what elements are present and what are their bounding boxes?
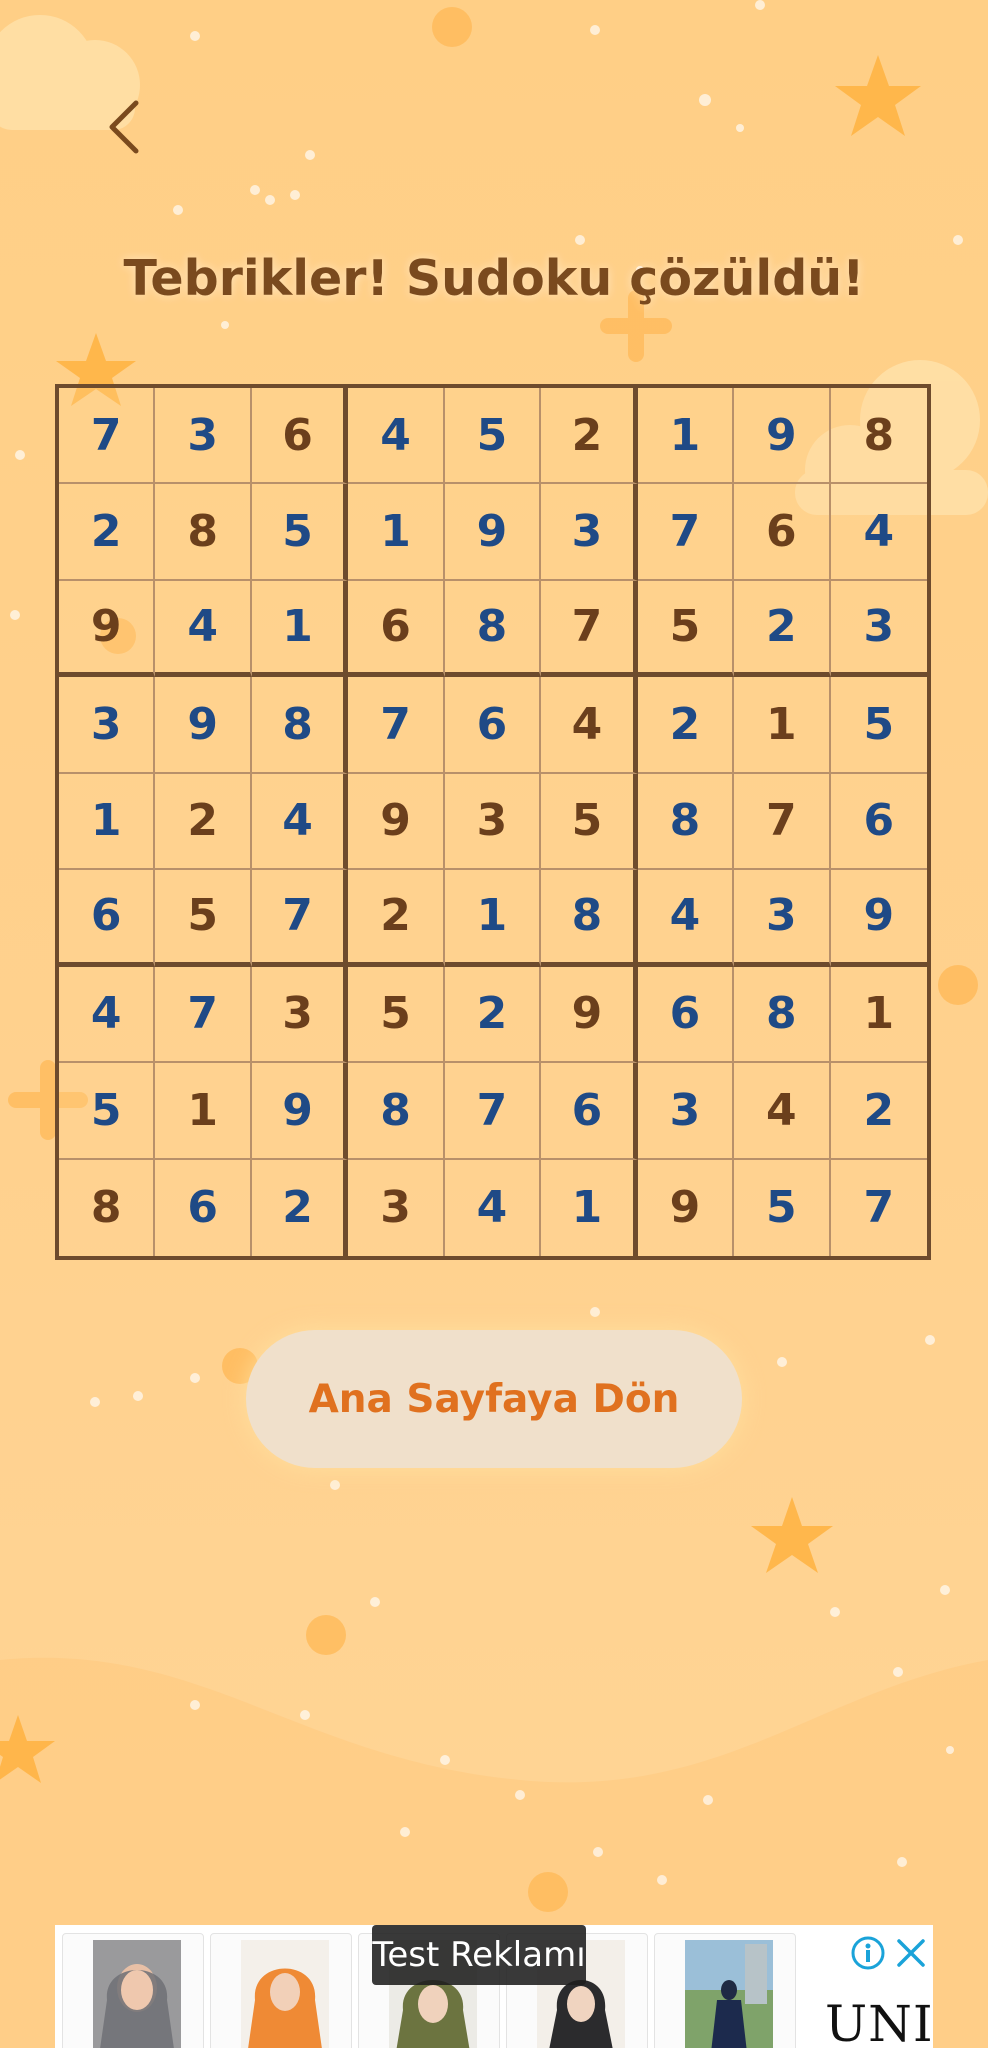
sudoku-cell[interactable]: 9 bbox=[734, 388, 831, 485]
sudoku-cell[interactable]: 6 bbox=[155, 1159, 252, 1256]
sudoku-cell[interactable]: 4 bbox=[637, 870, 735, 967]
sudoku-cell[interactable]: 9 bbox=[638, 1159, 735, 1256]
sudoku-cell[interactable]: 4 bbox=[830, 484, 927, 581]
sudoku-cell[interactable]: 3 bbox=[637, 1063, 735, 1160]
sudoku-cell[interactable]: 5 bbox=[637, 580, 735, 678]
info-icon[interactable] bbox=[850, 1935, 886, 1971]
ad-product-image[interactable] bbox=[210, 1933, 352, 2048]
sudoku-cell[interactable]: 7 bbox=[59, 388, 156, 485]
sudoku-cell[interactable]: 4 bbox=[734, 1063, 831, 1160]
sudoku-cell[interactable]: 5 bbox=[155, 870, 252, 967]
sudoku-cell[interactable]: 6 bbox=[444, 677, 542, 774]
sudoku-cell[interactable]: 3 bbox=[348, 1159, 445, 1256]
sudoku-cell[interactable]: 3 bbox=[251, 966, 349, 1064]
back-button[interactable] bbox=[92, 92, 156, 162]
sudoku-cell[interactable]: 6 bbox=[251, 388, 349, 485]
close-icon[interactable] bbox=[893, 1935, 929, 1971]
sudoku-cell[interactable]: 7 bbox=[155, 966, 252, 1064]
sudoku-cell[interactable]: 4 bbox=[155, 580, 252, 678]
product-photo bbox=[93, 1940, 181, 2048]
sudoku-cell[interactable]: 2 bbox=[541, 388, 638, 485]
sudoku-cell[interactable]: 1 bbox=[637, 388, 735, 485]
sudoku-cell[interactable]: 8 bbox=[59, 1159, 156, 1256]
sudoku-cell[interactable]: 5 bbox=[348, 966, 445, 1064]
sudoku-cell[interactable]: 3 bbox=[444, 773, 542, 871]
sudoku-cell[interactable]: 1 bbox=[348, 484, 445, 581]
home-button[interactable]: Ana Sayfaya Dön bbox=[246, 1330, 742, 1468]
sudoku-cell[interactable]: 4 bbox=[445, 1159, 542, 1256]
ad-label: Test Reklamı bbox=[372, 1925, 586, 1985]
sudoku-cell[interactable]: 2 bbox=[348, 870, 445, 967]
sudoku-cell[interactable]: 7 bbox=[541, 580, 638, 678]
sudoku-cell[interactable]: 7 bbox=[831, 1160, 927, 1256]
ad-product-image[interactable] bbox=[654, 1933, 796, 2048]
sudoku-cell[interactable]: 9 bbox=[541, 966, 638, 1064]
sudoku-cell[interactable]: 5 bbox=[541, 773, 638, 871]
sudoku-cell[interactable]: 7 bbox=[637, 484, 735, 581]
sudoku-cell[interactable]: 7 bbox=[444, 1063, 542, 1160]
sudoku-cell[interactable]: 1 bbox=[830, 967, 927, 1064]
sudoku-cell[interactable]: 4 bbox=[251, 773, 349, 871]
product-photo bbox=[685, 1940, 773, 2048]
sudoku-cell[interactable]: 3 bbox=[59, 677, 156, 774]
sudoku-cell[interactable]: 1 bbox=[444, 870, 542, 967]
sudoku-cell[interactable]: 2 bbox=[252, 1159, 349, 1256]
ad-brand-logo: UNI bbox=[825, 1995, 933, 2048]
sudoku-cell[interactable]: 9 bbox=[59, 580, 156, 678]
sudoku-cell[interactable]: 5 bbox=[251, 484, 349, 581]
ad-banner[interactable]: Test Reklamı UNI bbox=[55, 1925, 933, 2048]
sudoku-cell[interactable]: 9 bbox=[830, 870, 927, 967]
sudoku-cell[interactable]: 2 bbox=[734, 580, 831, 678]
sudoku-cell[interactable]: 4 bbox=[59, 966, 156, 1064]
sudoku-cell[interactable]: 3 bbox=[155, 388, 252, 485]
sudoku-cell[interactable]: 7 bbox=[251, 870, 349, 967]
sudoku-cell[interactable]: 6 bbox=[541, 1063, 638, 1160]
sudoku-board: 7364521982851937649416875233987642151249… bbox=[55, 384, 931, 1260]
page-title: Tebrikler! Sudoku çözüldü! bbox=[123, 250, 865, 307]
sudoku-cell[interactable]: 1 bbox=[251, 580, 349, 678]
sudoku-cell[interactable]: 5 bbox=[734, 1159, 831, 1256]
sudoku-cell[interactable]: 2 bbox=[155, 773, 252, 871]
sudoku-cell[interactable]: 6 bbox=[348, 580, 445, 678]
chevron-left-icon bbox=[109, 100, 139, 154]
sudoku-cell[interactable]: 5 bbox=[59, 1063, 156, 1160]
sudoku-cell[interactable]: 6 bbox=[637, 966, 735, 1064]
sudoku-cell[interactable]: 2 bbox=[444, 966, 542, 1064]
sudoku-cell[interactable]: 1 bbox=[155, 1063, 252, 1160]
sudoku-cell[interactable]: 8 bbox=[251, 677, 349, 774]
sudoku-cell[interactable]: 9 bbox=[348, 773, 445, 871]
sudoku-cell[interactable]: 1 bbox=[59, 773, 156, 871]
sudoku-cell[interactable]: 6 bbox=[830, 774, 927, 871]
product-photo bbox=[241, 1940, 329, 2048]
sudoku-cell[interactable]: 6 bbox=[734, 484, 831, 581]
sudoku-cell[interactable]: 3 bbox=[734, 870, 831, 967]
sudoku-cell[interactable]: 7 bbox=[734, 773, 831, 871]
sudoku-cell[interactable]: 4 bbox=[541, 677, 638, 774]
sudoku-cell[interactable]: 8 bbox=[155, 484, 252, 581]
sudoku-cell[interactable]: 1 bbox=[734, 677, 831, 774]
sudoku-cell[interactable]: 1 bbox=[541, 1159, 638, 1256]
sudoku-cell[interactable]: 9 bbox=[251, 1063, 349, 1160]
ad-product-image[interactable] bbox=[62, 1933, 204, 2048]
sudoku-cell[interactable]: 8 bbox=[637, 773, 735, 871]
sudoku-cell[interactable]: 9 bbox=[155, 677, 252, 774]
sudoku-cell[interactable]: 4 bbox=[348, 388, 445, 485]
sudoku-cell[interactable]: 3 bbox=[541, 484, 638, 581]
sudoku-cell[interactable]: 8 bbox=[830, 388, 927, 485]
sudoku-cell[interactable]: 2 bbox=[59, 484, 156, 581]
sudoku-cell[interactable]: 8 bbox=[348, 1063, 445, 1160]
sudoku-cell[interactable]: 6 bbox=[59, 870, 156, 967]
sudoku-cell[interactable]: 8 bbox=[541, 870, 638, 967]
sudoku-cell[interactable]: 2 bbox=[830, 1063, 927, 1160]
sudoku-cell[interactable]: 7 bbox=[348, 677, 445, 774]
sudoku-cell[interactable]: 8 bbox=[734, 966, 831, 1064]
sudoku-cell[interactable]: 8 bbox=[444, 580, 542, 678]
sudoku-cell[interactable]: 5 bbox=[830, 677, 927, 774]
sudoku-cell[interactable]: 5 bbox=[444, 388, 542, 485]
sudoku-cell[interactable]: 9 bbox=[444, 484, 542, 581]
sudoku-cell[interactable]: 2 bbox=[637, 677, 735, 774]
sudoku-cell[interactable]: 3 bbox=[830, 581, 927, 678]
